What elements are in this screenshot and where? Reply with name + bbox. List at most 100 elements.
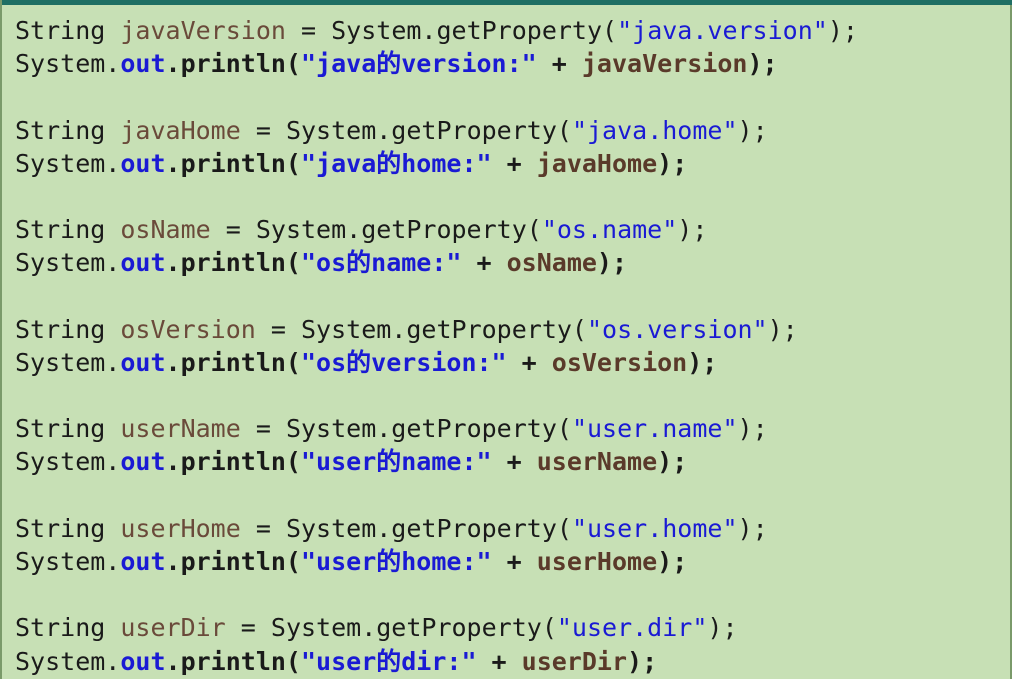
method-call: System.getProperty( xyxy=(285,414,572,444)
code-line-blank[interactable] xyxy=(15,479,858,512)
type-keyword: String xyxy=(15,613,106,643)
variable-name: osName xyxy=(120,215,211,245)
println-method: .println( xyxy=(165,547,301,576)
call-close: ); xyxy=(827,16,858,45)
assign-operator: = xyxy=(240,115,286,145)
out-field: out xyxy=(120,49,166,79)
variable-ref: userDir xyxy=(521,646,628,676)
out-field: out xyxy=(120,248,166,278)
call-close: ); xyxy=(767,314,798,344)
method-call: System.getProperty( xyxy=(301,314,587,344)
string-literal: "user的dir:" xyxy=(300,646,477,676)
variable-ref: userName xyxy=(536,447,658,477)
editor-top-border xyxy=(2,0,1012,5)
string-literal: "os的version:" xyxy=(300,347,507,377)
variable-ref: osName xyxy=(506,248,597,278)
code-line-declaration[interactable]: String osVersion = System.getProperty("o… xyxy=(15,313,858,346)
variable-name: javaHome xyxy=(120,115,241,145)
concat-operator: + xyxy=(491,447,537,477)
code-line-blank[interactable] xyxy=(15,379,858,412)
call-close: ); xyxy=(657,547,688,576)
string-literal: "user的home:" xyxy=(300,547,492,576)
variable-ref: javaVersion xyxy=(581,49,748,79)
concat-operator: + xyxy=(461,248,507,278)
assign-operator: = xyxy=(255,314,301,344)
out-field: out xyxy=(120,646,166,676)
println-method: .println( xyxy=(165,447,301,477)
string-literal: "os的name:" xyxy=(300,248,462,278)
code-line-blank[interactable] xyxy=(15,280,858,313)
variable-name: userName xyxy=(120,414,241,444)
assign-operator: = xyxy=(240,513,286,543)
code-line-declaration[interactable]: String osName = System.getProperty("os.n… xyxy=(15,213,858,246)
assign-operator: = xyxy=(240,414,286,444)
concat-operator: + xyxy=(476,646,522,676)
string-literal: "user的name:" xyxy=(300,447,492,477)
string-literal: "user.dir" xyxy=(556,613,708,643)
string-literal: "user.name" xyxy=(571,414,738,444)
code-line-declaration[interactable]: String javaVersion = System.getProperty(… xyxy=(15,14,858,47)
system-class: System. xyxy=(15,646,121,676)
variable-name: osVersion xyxy=(120,314,256,344)
out-field: out xyxy=(120,547,166,576)
println-method: .println( xyxy=(165,347,301,377)
code-line-println[interactable]: System.out.println("os的version:" + osVer… xyxy=(15,346,858,379)
system-class: System. xyxy=(15,148,121,178)
println-method: .println( xyxy=(165,646,301,676)
code-line-println[interactable]: System.out.println("user的name:" + userNa… xyxy=(15,445,858,478)
string-literal: "os.name" xyxy=(541,215,678,245)
type-keyword: String xyxy=(15,115,106,145)
println-method: .println( xyxy=(165,148,301,178)
string-literal: "os.version" xyxy=(586,314,768,344)
system-class: System. xyxy=(15,547,121,576)
call-close: ); xyxy=(596,248,628,278)
type-keyword: String xyxy=(15,215,106,245)
println-method: .println( xyxy=(165,248,301,278)
concat-operator: + xyxy=(491,148,537,178)
code-line-println[interactable]: System.out.println("user的dir:" + userDir… xyxy=(15,645,858,678)
code-line-declaration[interactable]: String javaHome = System.getProperty("ja… xyxy=(15,114,858,147)
code-line-declaration[interactable]: String userDir = System.getProperty("use… xyxy=(15,611,858,644)
code-line-blank[interactable] xyxy=(15,180,858,213)
concat-operator: + xyxy=(536,49,582,79)
code-editor[interactable]: String javaVersion = System.getProperty(… xyxy=(0,0,1012,679)
code-line-println[interactable]: System.out.println("user的home:" + userHo… xyxy=(15,545,858,578)
out-field: out xyxy=(120,148,166,178)
code-line-declaration[interactable]: String userHome = System.getProperty("us… xyxy=(15,512,858,545)
variable-ref: osVersion xyxy=(551,347,688,377)
method-call: System.getProperty( xyxy=(285,513,572,543)
concat-operator: + xyxy=(506,347,552,377)
string-literal: "java的home:" xyxy=(300,148,492,178)
call-close: ); xyxy=(737,513,768,543)
variable-name: userDir xyxy=(120,613,226,643)
call-close: ); xyxy=(687,347,718,377)
system-class: System. xyxy=(15,248,121,278)
code-line-blank[interactable] xyxy=(15,578,858,611)
string-literal: "java.version" xyxy=(617,16,828,45)
type-keyword: String xyxy=(15,16,106,45)
method-call: System.getProperty( xyxy=(270,613,557,643)
code-line-declaration[interactable]: String userName = System.getProperty("us… xyxy=(15,412,858,445)
string-literal: "user.home" xyxy=(571,513,738,543)
variable-ref: userHome xyxy=(536,547,658,576)
call-close: ); xyxy=(627,646,658,676)
assign-operator: = xyxy=(225,613,271,643)
system-class: System. xyxy=(15,347,121,377)
call-close: ); xyxy=(657,148,688,178)
code-line-println[interactable]: System.out.println("java的version:" + jav… xyxy=(15,47,858,80)
type-keyword: String xyxy=(15,414,106,444)
variable-name: userHome xyxy=(120,513,241,543)
call-close: ); xyxy=(657,447,688,477)
call-close: ); xyxy=(707,613,738,643)
method-call: System.getProperty( xyxy=(331,16,618,45)
type-keyword: String xyxy=(15,314,106,344)
code-line-blank[interactable] xyxy=(15,80,858,113)
code-area[interactable]: String javaVersion = System.getProperty(… xyxy=(15,14,858,678)
call-close: ); xyxy=(747,49,778,79)
out-field: out xyxy=(120,347,166,377)
code-line-println[interactable]: System.out.println("os的name:" + osName); xyxy=(15,246,858,279)
code-line-println[interactable]: System.out.println("java的home:" + javaHo… xyxy=(15,147,858,180)
variable-ref: javaHome xyxy=(536,148,658,178)
call-close: ); xyxy=(677,215,708,245)
assign-operator: = xyxy=(285,16,332,45)
